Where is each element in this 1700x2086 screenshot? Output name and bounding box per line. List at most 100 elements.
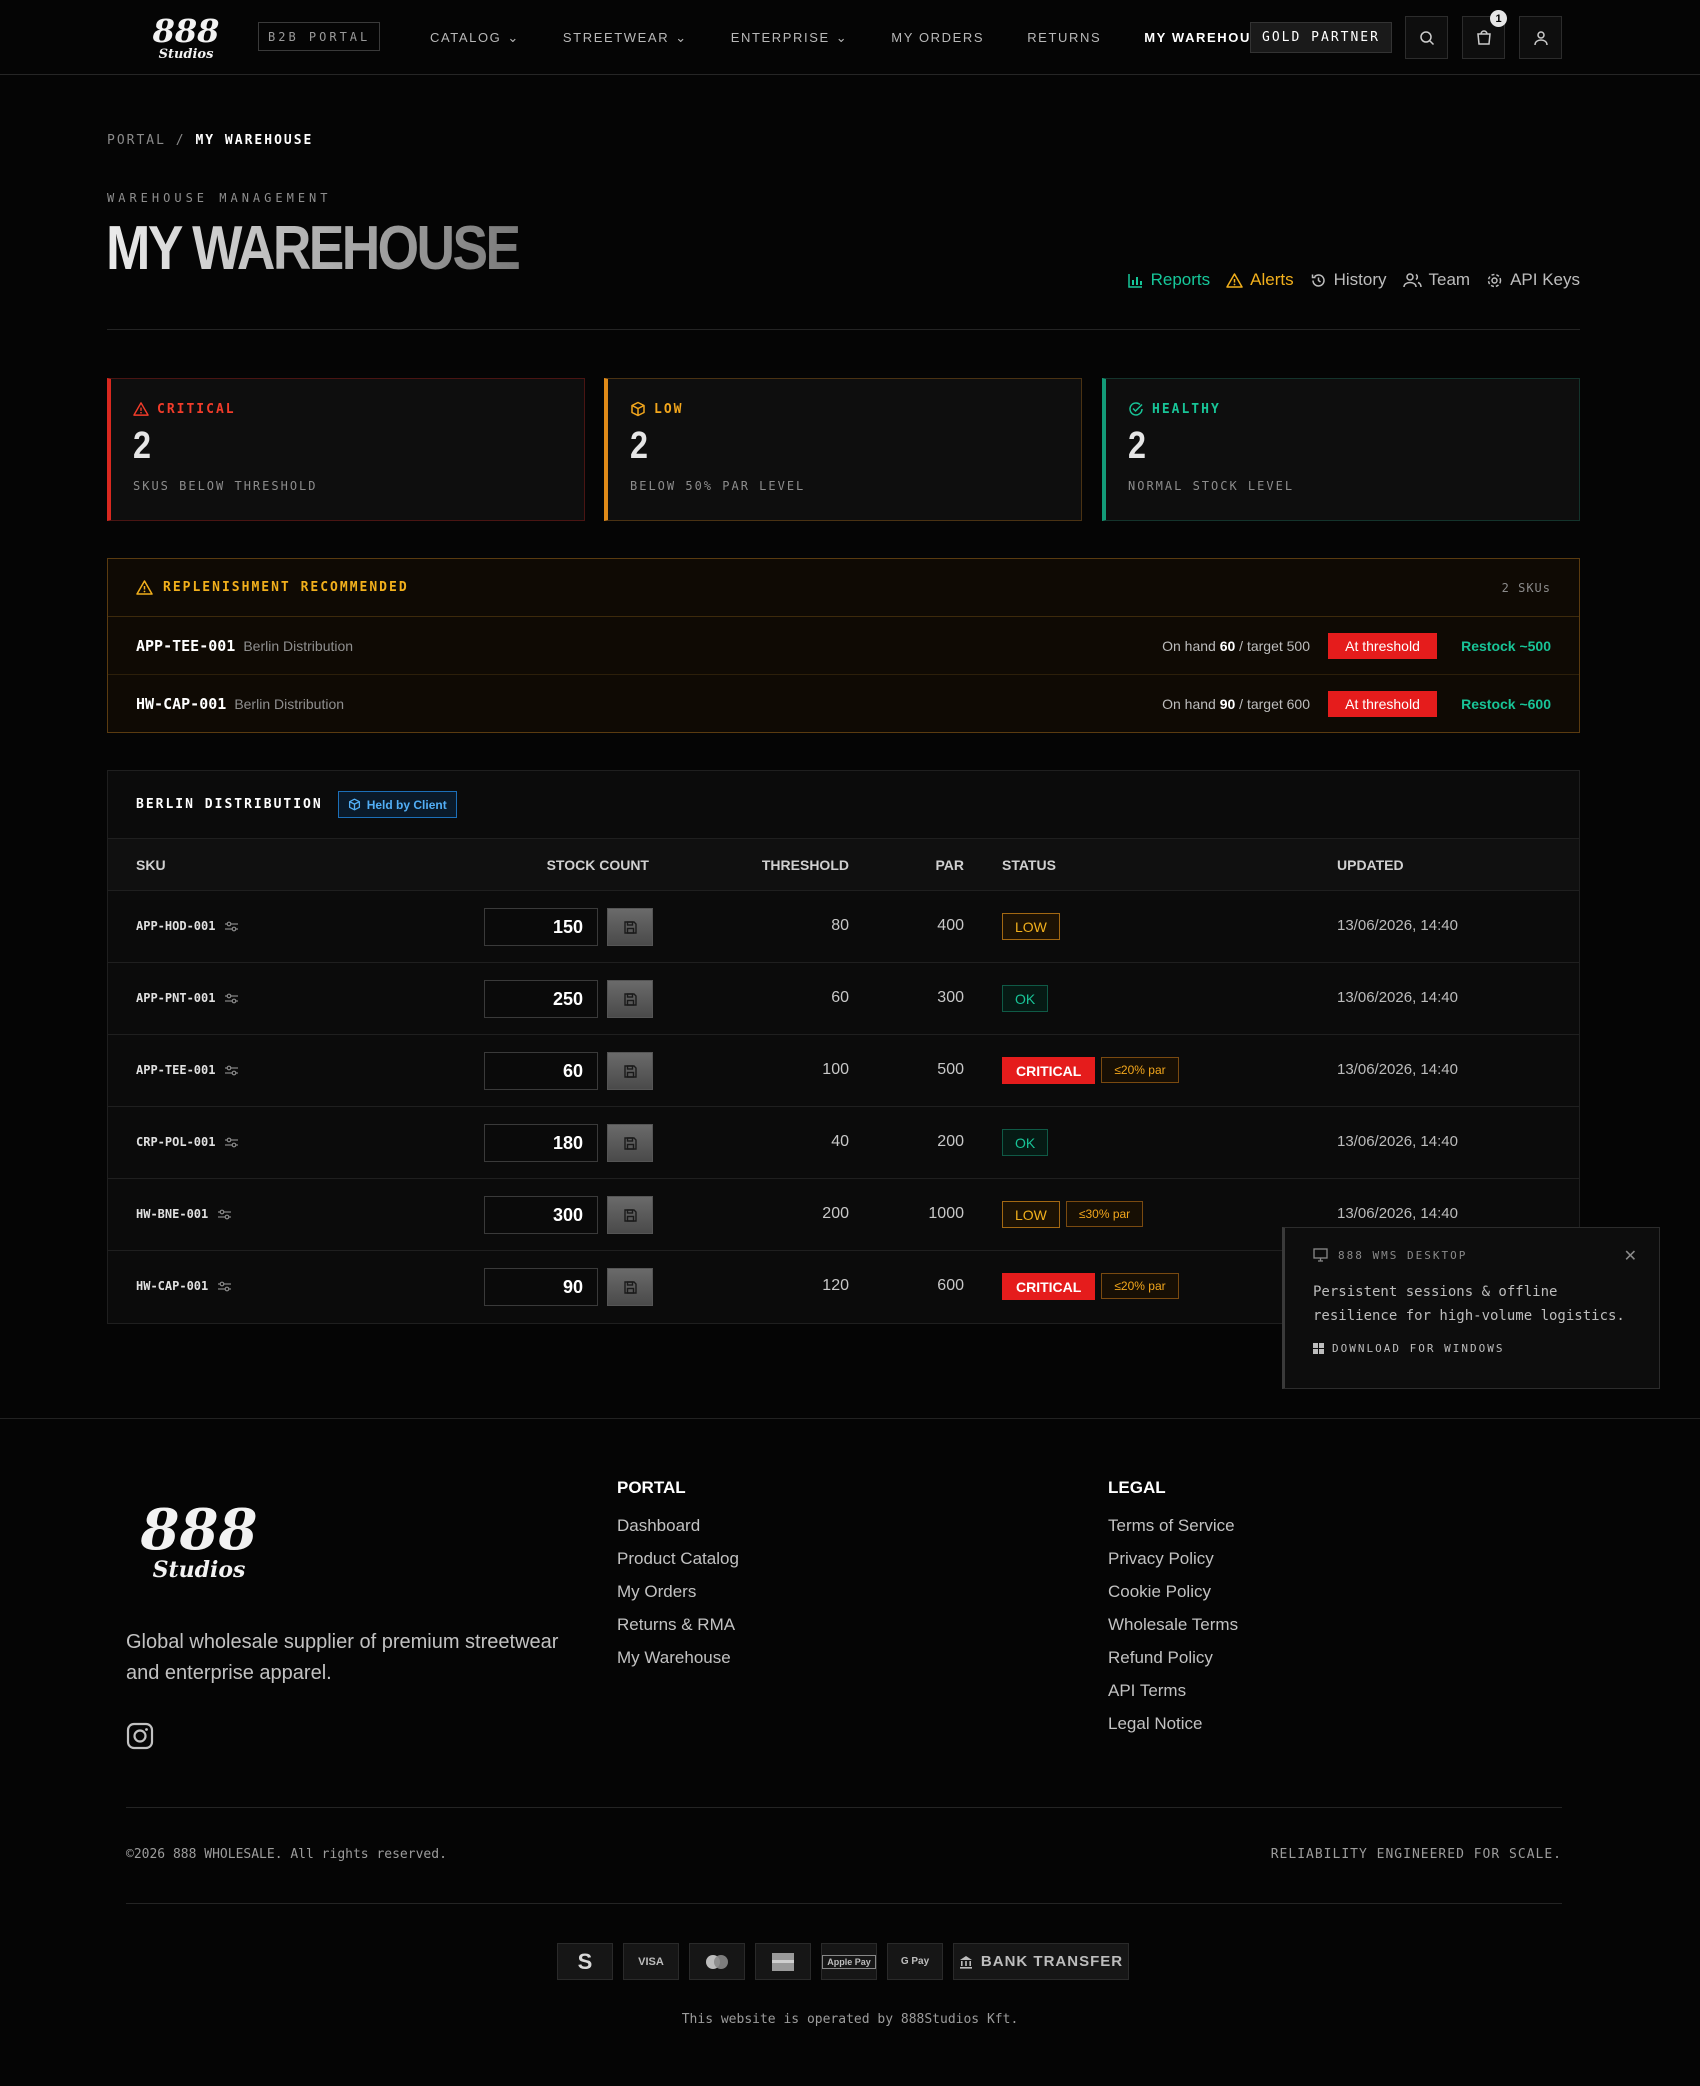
footer-divider — [126, 1903, 1562, 1904]
footer-link-cookie[interactable]: Cookie Policy — [1108, 1582, 1238, 1615]
col-stock-count[interactable]: STOCK COUNT — [547, 857, 649, 873]
table-title: BERLIN DISTRIBUTION — [136, 797, 323, 812]
adjust-icon[interactable] — [225, 921, 239, 932]
box-icon — [348, 798, 360, 811]
stock-count-input[interactable]: 150 — [484, 908, 598, 946]
desktop-app-popup: 888 WMS DESKTOP ✕ Persistent sessions & … — [1282, 1227, 1660, 1389]
save-icon — [623, 992, 637, 1006]
instagram-link[interactable] — [126, 1722, 154, 1750]
stock-count-input[interactable]: 180 — [484, 1124, 598, 1162]
save-button[interactable] — [607, 1052, 653, 1090]
replenishment-item: APP-TEE-001 Berlin Distribution On hand … — [108, 617, 1579, 675]
operated-by-text: This website is operated by 888Studios K… — [681, 2012, 1019, 2027]
stock-count-input[interactable]: 300 — [484, 1196, 598, 1234]
cart-button[interactable]: 1 — [1462, 10, 1507, 59]
footer-legal-column: LEGAL Terms of Service Privacy Policy Co… — [1108, 1478, 1238, 1747]
menu-returns[interactable]: RETURNS — [1027, 30, 1101, 45]
adjust-icon[interactable] — [225, 993, 239, 1004]
menu-enterprise[interactable]: ENTERPRISE ⌄ — [731, 30, 849, 46]
tab-history[interactable]: History — [1310, 270, 1387, 290]
save-icon — [623, 1136, 637, 1150]
popup-title: 888 WMS DESKTOP — [1338, 1248, 1468, 1262]
footer-link-dashboard[interactable]: Dashboard — [617, 1516, 739, 1549]
col-status[interactable]: STATUS — [1002, 857, 1056, 873]
breadcrumb-current: MY WAREHOUSE — [195, 133, 314, 148]
save-icon — [623, 920, 637, 934]
sku-cell: CRP-POL-001 — [136, 1135, 239, 1149]
svg-text:Studios: Studios — [153, 1557, 246, 1583]
adjust-icon[interactable] — [218, 1281, 232, 1292]
footer-link-legal-notice[interactable]: Legal Notice — [1108, 1714, 1238, 1747]
footer-link-refund[interactable]: Refund Policy — [1108, 1648, 1238, 1681]
svg-text:888: 888 — [140, 1497, 258, 1563]
col-par[interactable]: PAR — [935, 857, 964, 873]
restock-link[interactable]: Restock ~600 — [1456, 696, 1551, 712]
status-badge: OK — [1002, 985, 1049, 1012]
cart-icon — [1476, 29, 1491, 45]
par-cell: 400 — [937, 917, 964, 934]
save-button[interactable] — [607, 908, 653, 946]
tab-team[interactable]: Team — [1402, 270, 1470, 290]
save-button[interactable] — [607, 1124, 653, 1162]
reliability-text: RELIABILITY ENGINEERED FOR SCALE. — [1270, 1847, 1562, 1862]
save-button[interactable] — [607, 1196, 653, 1234]
download-windows-link[interactable]: DOWNLOAD FOR WINDOWS — [1313, 1342, 1659, 1355]
svg-text:888: 888 — [152, 12, 220, 50]
google-pay-icon: G Pay — [887, 1943, 943, 1980]
replenishment-item: HW-CAP-001 Berlin Distribution On hand 9… — [108, 675, 1579, 733]
par-note-badge: ≤20% par — [1101, 1273, 1179, 1299]
sku-cell: APP-HOD-001 — [136, 919, 239, 933]
tab-api-keys[interactable]: API Keys — [1486, 270, 1580, 290]
replenishment-sku: HW-CAP-001 — [136, 695, 227, 713]
stock-count-input[interactable]: 90 — [484, 1268, 598, 1306]
chevron-down-icon: ⌄ — [835, 29, 849, 45]
restock-link[interactable]: Restock ~500 — [1456, 638, 1551, 654]
table-row: APP-PNT-001 250 60 300 OK 13/06/2026, 14:40 — [108, 963, 1579, 1035]
gear-icon — [1487, 273, 1502, 287]
col-threshold[interactable]: THRESHOLD — [762, 857, 849, 873]
footer-link-terms[interactable]: Terms of Service — [1108, 1516, 1238, 1549]
account-button[interactable] — [1519, 16, 1562, 59]
healthy-description: NORMAL STOCK LEVEL — [1128, 479, 1295, 493]
save-icon — [623, 1064, 637, 1078]
footer-link-api-terms[interactable]: API Terms — [1108, 1681, 1238, 1714]
table-row: CRP-POL-001 180 40 200 OK 13/06/2026, 14:40 — [108, 1107, 1579, 1179]
sku-text: APP-PNT-001 — [136, 991, 216, 1005]
adjust-icon[interactable] — [218, 1209, 232, 1220]
footer-link-privacy[interactable]: Privacy Policy — [1108, 1549, 1238, 1582]
footer-link-my-orders[interactable]: My Orders — [617, 1582, 739, 1615]
warning-icon — [136, 580, 153, 595]
footer-link-product-catalog[interactable]: Product Catalog — [617, 1549, 739, 1582]
status-cell: CRITICAL ≤20% par — [1002, 1057, 1179, 1084]
stock-count-input[interactable]: 60 — [484, 1052, 598, 1090]
close-icon[interactable]: ✕ — [1624, 1246, 1637, 1266]
save-button[interactable] — [607, 980, 653, 1018]
warning-icon — [1226, 272, 1243, 288]
footer-link-my-warehouse[interactable]: My Warehouse — [617, 1648, 739, 1681]
tab-reports[interactable]: Reports — [1127, 270, 1210, 290]
check-circle-icon — [1129, 402, 1143, 416]
menu-my-orders[interactable]: MY ORDERS — [891, 30, 984, 45]
footer-link-returns[interactable]: Returns & RMA — [617, 1615, 739, 1648]
col-updated[interactable]: UPDATED — [1337, 857, 1404, 873]
top-nav: 888 Studios B2B PORTAL CATALOG ⌄ STREETWE… — [0, 0, 1700, 75]
save-button[interactable] — [607, 1268, 653, 1306]
brand-logo[interactable]: 888 Studios — [150, 12, 222, 62]
stripe-icon: S — [557, 1943, 613, 1980]
col-sku[interactable]: SKU — [136, 857, 166, 873]
adjust-icon[interactable] — [225, 1065, 239, 1076]
low-description: BELOW 50% PAR LEVEL — [630, 479, 806, 493]
footer-link-wholesale-terms[interactable]: Wholesale Terms — [1108, 1615, 1238, 1648]
windows-icon — [1313, 1343, 1324, 1354]
stock-count-input[interactable]: 250 — [484, 980, 598, 1018]
visa-icon: VISA — [623, 1943, 679, 1980]
search-button[interactable] — [1405, 16, 1448, 59]
breadcrumb-portal[interactable]: PORTAL — [107, 133, 166, 148]
status-badge: CRITICAL — [1002, 1273, 1096, 1300]
adjust-icon[interactable] — [225, 1137, 239, 1148]
critical-description: SKUS BELOW THRESHOLD — [133, 479, 318, 493]
sku-cell: HW-CAP-001 — [136, 1279, 232, 1293]
menu-catalog[interactable]: CATALOG ⌄ — [430, 30, 520, 46]
tab-alerts[interactable]: Alerts — [1226, 270, 1294, 290]
menu-streetwear[interactable]: STREETWEAR ⌄ — [563, 30, 688, 46]
